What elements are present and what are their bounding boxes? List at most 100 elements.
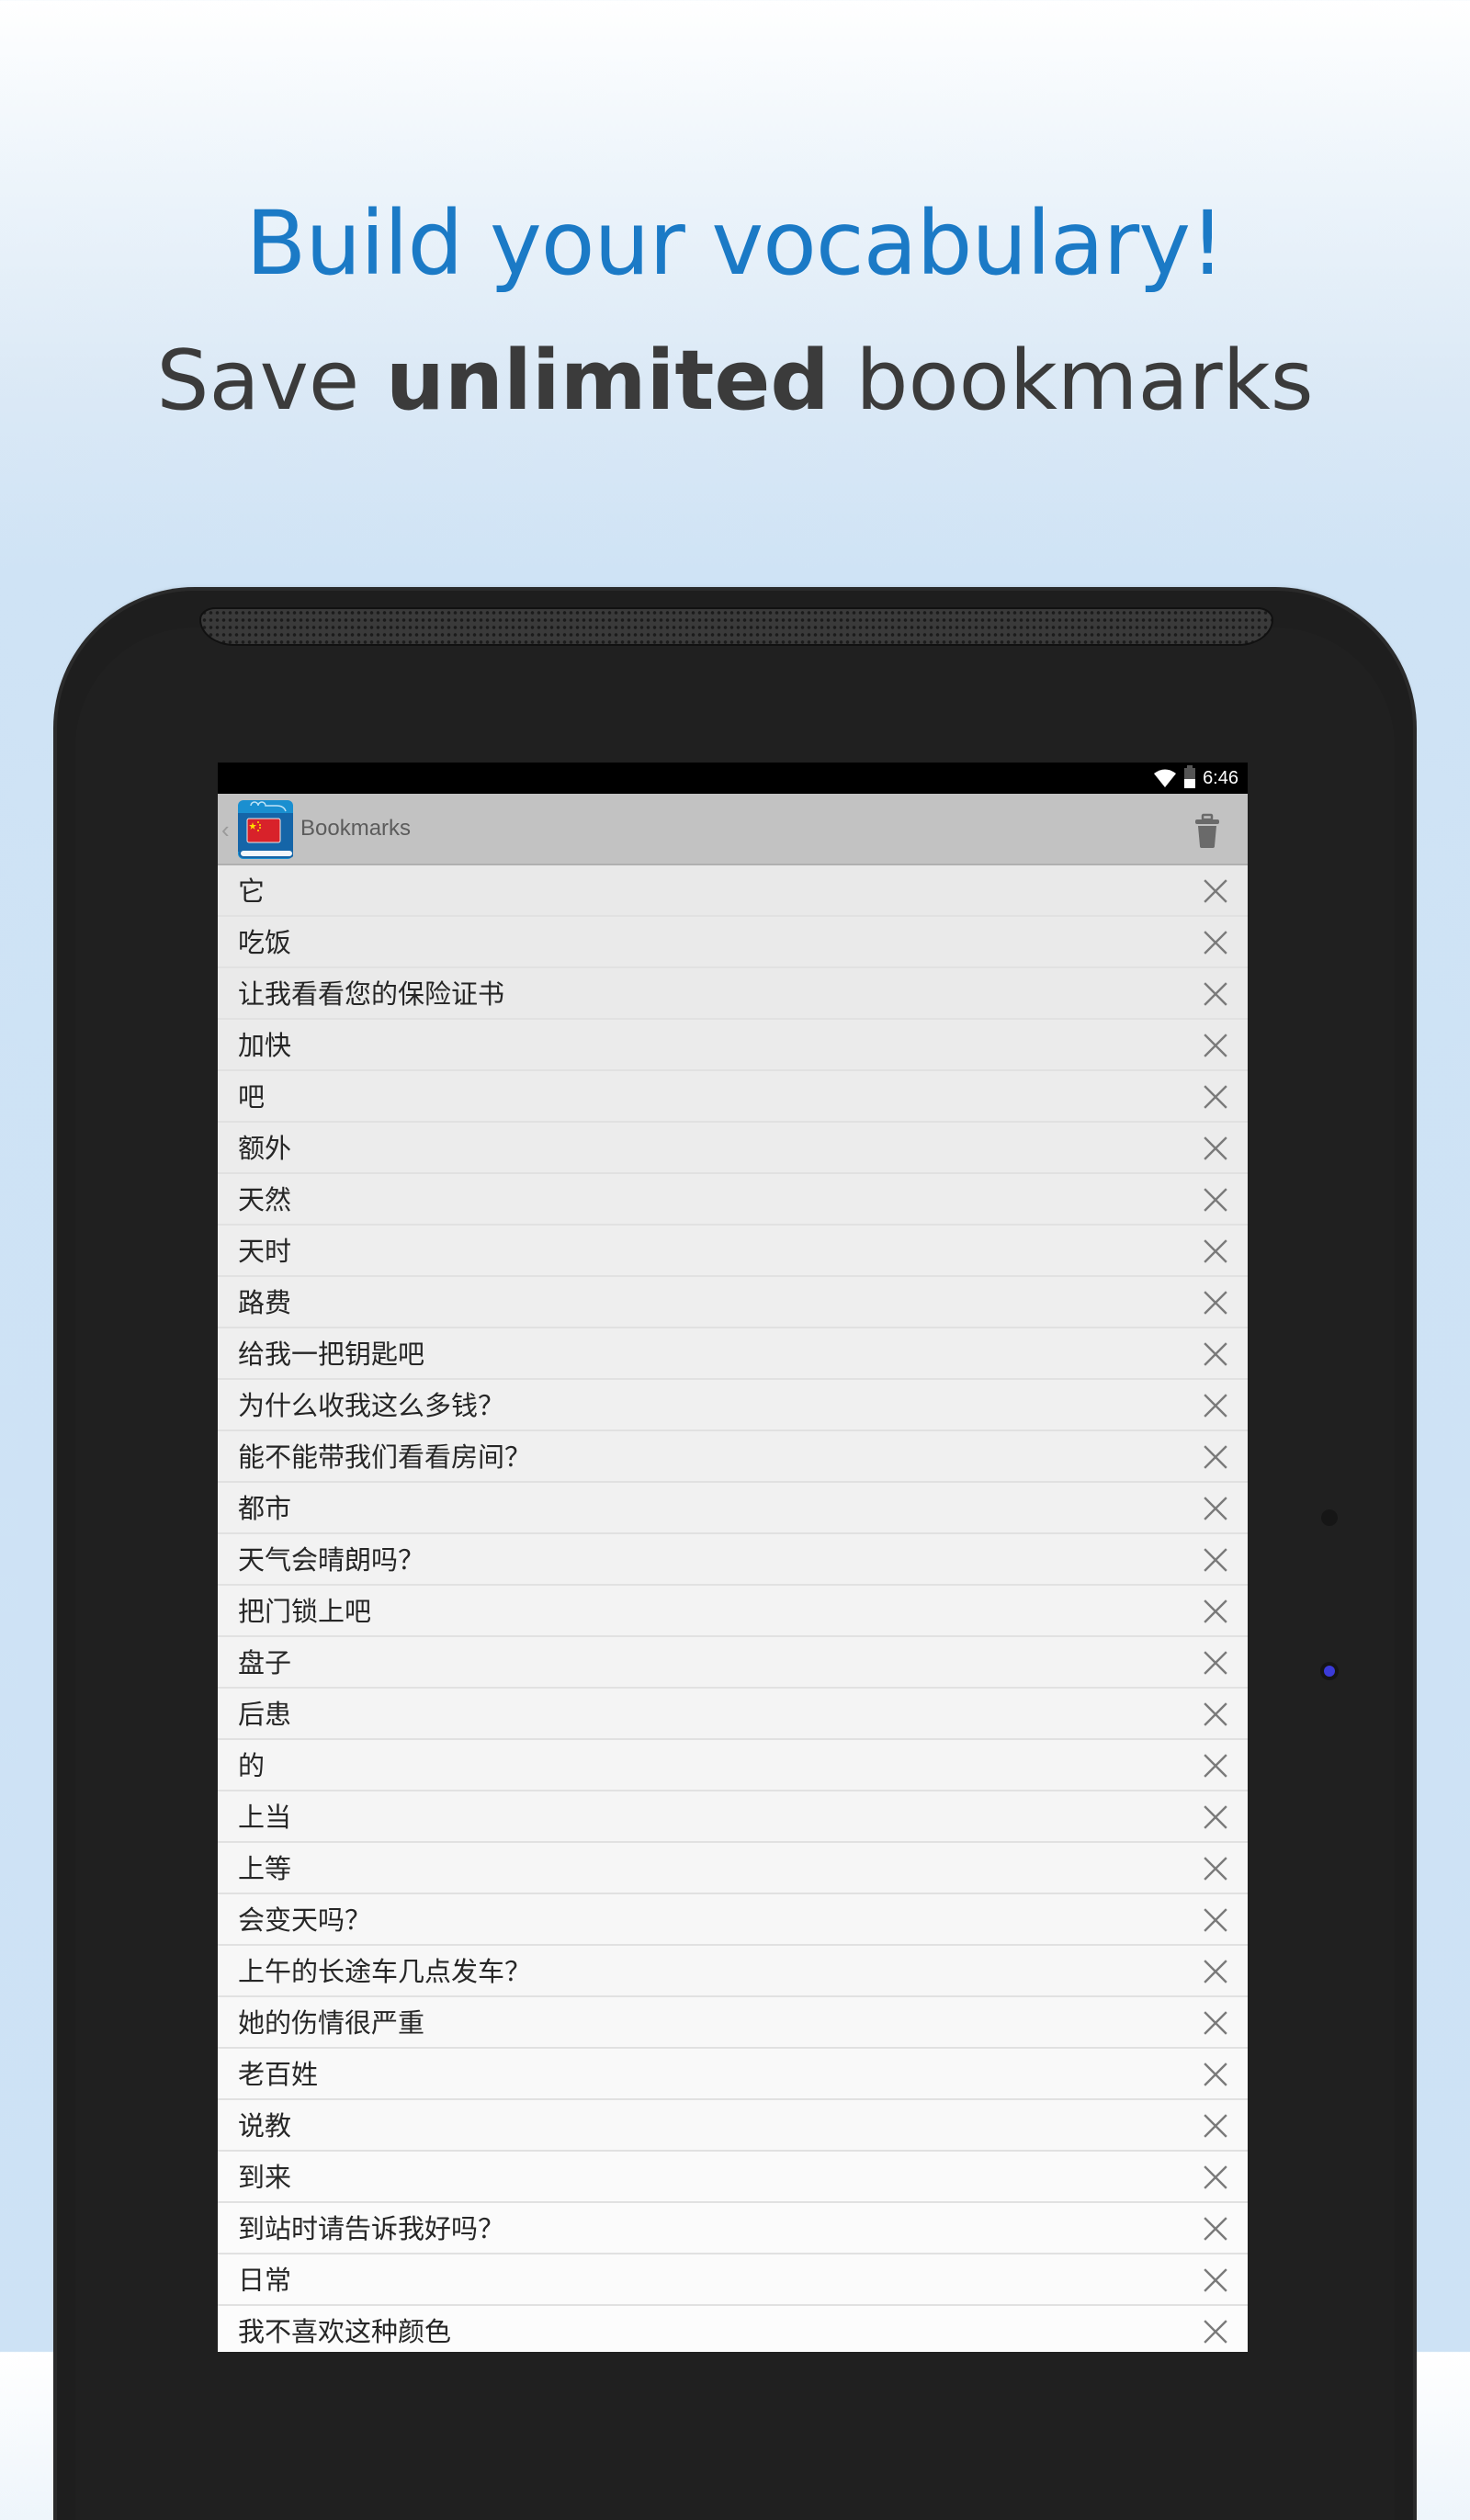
bookmark-row[interactable]: 我不喜欢这种颜色 [218, 2306, 1248, 2352]
bookmark-text: 它 [238, 876, 266, 907]
close-x-icon[interactable] [1202, 1598, 1229, 1625]
close-x-icon[interactable] [1202, 2266, 1229, 2294]
bookmark-row[interactable]: 为什么收我这么多钱？ [218, 1380, 1248, 1431]
bookmark-row[interactable]: 后患 [218, 1689, 1248, 1740]
bookmark-row[interactable]: 都市 [218, 1483, 1248, 1534]
bookmark-row[interactable]: 上当 [218, 1791, 1248, 1843]
bookmark-text: 额外 [238, 1133, 292, 1164]
close-x-icon[interactable] [1202, 1649, 1229, 1677]
bookmark-text: 能不能带我们看看房间？ [238, 1441, 532, 1473]
bookmark-text: 她的伤情很严重 [238, 2007, 425, 2039]
bookmark-text: 给我一把钥匙吧 [238, 1339, 425, 1370]
bookmark-text: 上午的长途车几点发车？ [238, 1956, 532, 1987]
close-x-icon[interactable] [1202, 877, 1229, 905]
bookmark-row[interactable]: 给我一把钥匙吧 [218, 1328, 1248, 1380]
bookmark-row[interactable]: 加快 [218, 1020, 1248, 1071]
close-x-icon[interactable] [1202, 929, 1229, 956]
chinese-dictionary-book-icon[interactable] [236, 798, 293, 861]
close-x-icon[interactable] [1202, 1443, 1229, 1471]
close-x-icon[interactable] [1202, 2318, 1229, 2345]
bookmark-text: 路费 [238, 1287, 292, 1318]
bookmark-text: 天气会晴朗吗？ [238, 1544, 425, 1576]
bookmark-row[interactable]: 让我看看您的保险证书 [218, 968, 1248, 1020]
close-x-icon[interactable] [1202, 1340, 1229, 1368]
light-sensor [1324, 1666, 1335, 1677]
bookmark-text: 到站时请告诉我好吗？ [238, 2213, 505, 2244]
close-x-icon[interactable] [1202, 1392, 1229, 1419]
bookmark-text: 后患 [238, 1699, 292, 1730]
bookmark-row[interactable]: 吃饭 [218, 917, 1248, 968]
close-x-icon[interactable] [1202, 1495, 1229, 1522]
up-navigation-icon[interactable]: ‹ [221, 816, 230, 844]
bookmark-row[interactable]: 它 [218, 865, 1248, 917]
close-x-icon[interactable] [1202, 1958, 1229, 1985]
bookmark-row[interactable]: 路费 [218, 1277, 1248, 1328]
bookmark-row[interactable]: 老百姓 [218, 2049, 1248, 2100]
bookmark-row[interactable]: 把门锁上吧 [218, 1586, 1248, 1637]
bookmark-row[interactable]: 到来 [218, 2152, 1248, 2203]
bookmark-row[interactable]: 会变天吗？ [218, 1894, 1248, 1946]
close-x-icon[interactable] [1202, 1803, 1229, 1831]
status-time: 6:46 [1203, 767, 1238, 788]
close-x-icon[interactable] [1202, 1032, 1229, 1059]
bookmark-text: 天时 [238, 1236, 292, 1267]
close-x-icon[interactable] [1202, 1083, 1229, 1111]
close-x-icon[interactable] [1202, 1701, 1229, 1728]
page-title: Bookmarks [300, 816, 412, 841]
bookmark-text: 的 [238, 1750, 266, 1781]
bookmark-text: 盘子 [238, 1647, 292, 1678]
close-x-icon[interactable] [1202, 1546, 1229, 1574]
bookmark-row[interactable]: 上午的长途车几点发车？ [218, 1946, 1248, 1997]
bookmark-text: 我不喜欢这种颜色 [238, 2316, 452, 2347]
trash-icon[interactable] [1193, 812, 1222, 849]
close-x-icon[interactable] [1202, 1237, 1229, 1265]
bookmark-row[interactable]: 盘子 [218, 1637, 1248, 1689]
bookmark-text: 吧 [238, 1081, 266, 1113]
bookmark-text: 把门锁上吧 [238, 1596, 372, 1627]
close-x-icon[interactable] [1202, 2112, 1229, 2140]
front-camera [1321, 1509, 1338, 1526]
bookmark-row[interactable]: 上等 [218, 1843, 1248, 1894]
bookmark-row[interactable]: 天然 [218, 1174, 1248, 1226]
close-x-icon[interactable] [1202, 2215, 1229, 2243]
bookmark-row[interactable]: 说教 [218, 2100, 1248, 2152]
bookmark-text: 加快 [238, 1030, 292, 1061]
close-x-icon[interactable] [1202, 1855, 1229, 1882]
close-x-icon[interactable] [1202, 1289, 1229, 1317]
bookmark-text: 到来 [238, 2162, 292, 2193]
promo-headline: Build your vocabulary! [245, 192, 1225, 295]
bookmark-text: 为什么收我这么多钱？ [238, 1390, 505, 1421]
battery-icon [1184, 765, 1196, 789]
bookmark-row[interactable]: 的 [218, 1740, 1248, 1791]
bookmark-text: 日常 [238, 2265, 292, 2296]
bookmark-text: 都市 [238, 1493, 292, 1524]
bookmark-row[interactable]: 她的伤情很严重 [218, 1997, 1248, 2049]
close-x-icon[interactable] [1202, 2009, 1229, 2037]
bookmark-text: 吃饭 [238, 927, 292, 958]
action-bar: ‹ Bookmarks [218, 794, 1248, 865]
close-x-icon[interactable] [1202, 2164, 1229, 2191]
promo-subline: Save unlimited bookmarks [0, 326, 1470, 436]
bookmark-row[interactable]: 天气会晴朗吗？ [218, 1534, 1248, 1586]
bookmark-row[interactable]: 天时 [218, 1226, 1248, 1277]
subline-suffix: bookmarks [829, 333, 1314, 429]
close-x-icon[interactable] [1202, 980, 1229, 1008]
speaker-grille [199, 607, 1273, 646]
bookmark-text: 说教 [238, 2110, 292, 2141]
subline-prefix: Save [156, 333, 386, 429]
bookmark-list: 它 吃饭 让我看看您的保险证书 加快 吧 额外 天然 天时 路费 给我一把钥匙吧… [218, 865, 1248, 2352]
bookmark-row[interactable]: 日常 [218, 2254, 1248, 2306]
bookmark-row[interactable]: 额外 [218, 1123, 1248, 1174]
bookmark-text: 上等 [238, 1853, 292, 1884]
close-x-icon[interactable] [1202, 1186, 1229, 1214]
close-x-icon[interactable] [1202, 1752, 1229, 1780]
bookmark-row[interactable]: 到站时请告诉我好吗？ [218, 2203, 1248, 2254]
close-x-icon[interactable] [1202, 1135, 1229, 1162]
close-x-icon[interactable] [1202, 1906, 1229, 1934]
bookmark-row[interactable]: 能不能带我们看看房间？ [218, 1431, 1248, 1483]
bookmark-text: 老百姓 [238, 2059, 319, 2090]
bookmark-row[interactable]: 吧 [218, 1071, 1248, 1123]
bookmark-text: 上当 [238, 1802, 292, 1833]
close-x-icon[interactable] [1202, 2061, 1229, 2088]
status-bar: 6:46 [218, 763, 1248, 794]
